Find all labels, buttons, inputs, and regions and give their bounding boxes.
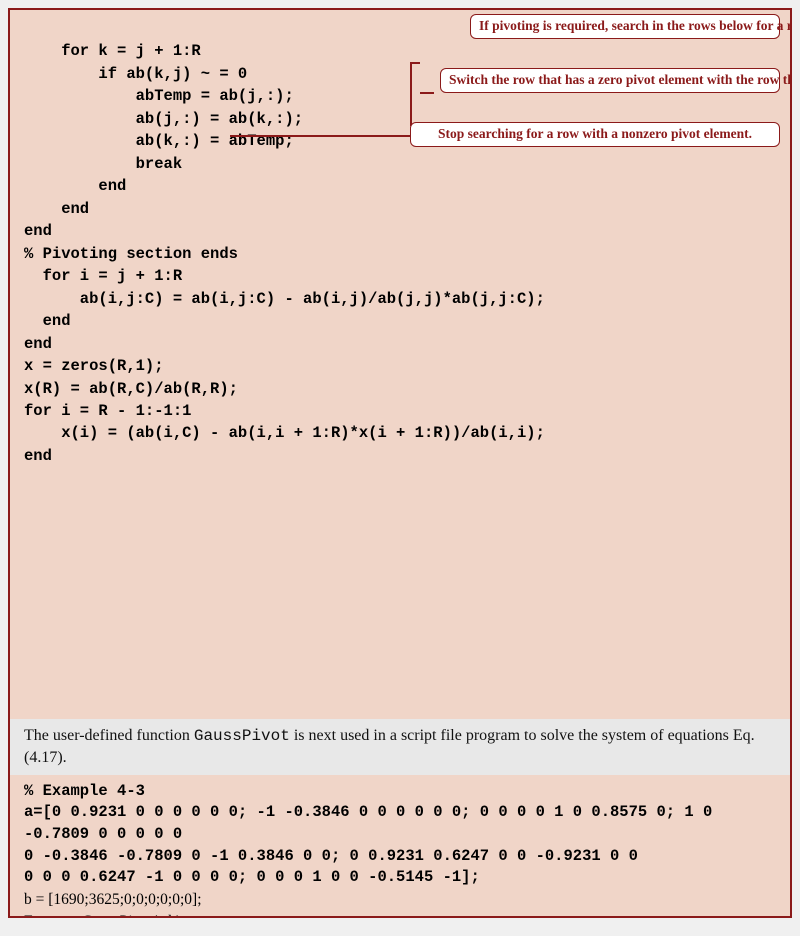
prose-text: The user-defined function: [24, 727, 194, 744]
connector-line: [230, 135, 410, 137]
code-line: ab(i,j:C) = ab(i,j:C) - ab(i,j)/ab(j,j)*…: [24, 290, 545, 308]
code-line: end: [24, 312, 71, 330]
code-line: for i = j + 1:R: [24, 267, 182, 285]
code-line: x(R) = ab(R,C)/ab(R,R);: [24, 380, 238, 398]
code-block-1: for k = j + 1:R if ab(k,j) ~ = 0 abTemp …: [10, 10, 790, 719]
code-line: x = zeros(R,1);: [24, 357, 164, 375]
page-frame: for k = j + 1:R if ab(k,j) ~ = 0 abTemp …: [8, 8, 792, 918]
annotation-text: Stop searching for a row with a nonzero …: [438, 126, 752, 141]
code-line: end: [24, 177, 126, 195]
code-line: end: [24, 200, 89, 218]
script-line: b = [1690;3625;0;0;0;0;0;0];: [24, 889, 776, 911]
code-line: ab(j,:) = ab(k,:);: [24, 110, 303, 128]
code-line: for i = R - 1:-1:1: [24, 402, 191, 420]
script-line: Forces = GaussPivot(a,b): [24, 911, 776, 918]
code-line: % Pivoting section ends: [24, 245, 238, 263]
code-line: break: [24, 155, 182, 173]
code-line: end: [24, 222, 52, 240]
code-line: end: [24, 335, 52, 353]
function-name: GaussPivot: [194, 727, 290, 745]
code-line: x(i) = (ab(i,C) - ab(i,i + 1:R)*x(i + 1:…: [24, 424, 545, 442]
script-line: 0 0 0 0.6247 -1 0 0 0 0; 0 0 0 1 0 0 -0.…: [24, 867, 776, 889]
bracket-swap-rows: [410, 62, 420, 126]
script-line: a=[0 0.9231 0 0 0 0 0 0; -1 -0.3846 0 0 …: [24, 802, 776, 845]
annotation-swap-rows: Switch the row that has a zero pivot ele…: [440, 68, 780, 93]
script-line: % Example 4-3: [24, 781, 776, 803]
annotation-text: Switch the row that has a zero pivot ele…: [449, 72, 792, 87]
annotation-text: If pivoting is required, search in the r…: [479, 18, 792, 33]
script-line: 0 -0.3846 -0.7809 0 -1 0.3846 0 0; 0 0.9…: [24, 846, 776, 868]
code-line: for k = j + 1:R: [24, 42, 201, 60]
annotation-break: Stop searching for a row with a nonzero …: [410, 122, 780, 147]
code-line: end: [24, 447, 52, 465]
code-line: abTemp = ab(j,:);: [24, 87, 294, 105]
annotation-search-rows: If pivoting is required, search in the r…: [470, 14, 780, 39]
connector-line: [420, 92, 434, 94]
prose-paragraph-1: The user-defined function GaussPivot is …: [10, 719, 790, 775]
code-line: if ab(k,j) ~ = 0: [24, 65, 247, 83]
script-file-block: % Example 4-3 a=[0 0.9231 0 0 0 0 0 0; -…: [10, 775, 790, 918]
